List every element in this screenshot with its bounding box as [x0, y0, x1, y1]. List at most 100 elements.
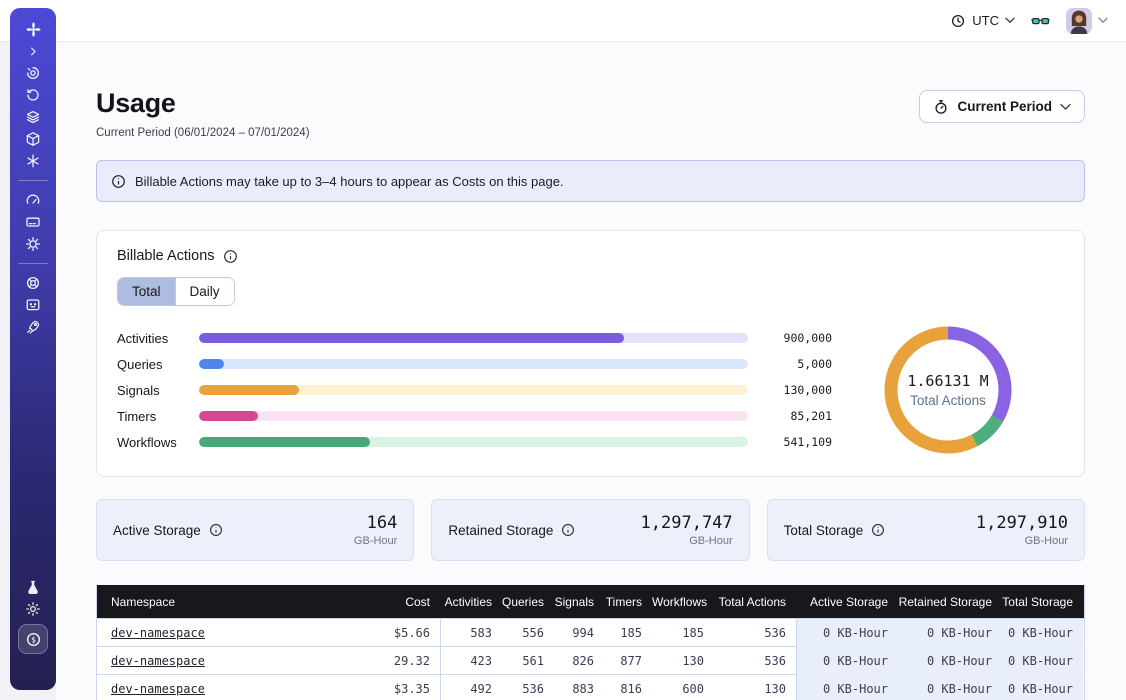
chevron-down-icon [1005, 17, 1015, 24]
bar-fill [199, 385, 299, 395]
col-header-activities: Activities [440, 595, 502, 609]
period-selector-button[interactable]: Current Period [919, 90, 1085, 123]
expand-sidebar-chevron-icon[interactable] [10, 40, 56, 62]
temporal-logo-icon[interactable] [10, 18, 56, 40]
bar-track [199, 411, 748, 421]
col-header-active-storage: Active Storage [796, 595, 898, 609]
cell-active-storage: 0 KB-Hour [796, 647, 898, 675]
table-row: dev-namespace $5.66 583 556 994 185 185 … [97, 618, 1084, 646]
cell-queries: 561 [502, 654, 554, 668]
history-icon[interactable] [10, 84, 56, 106]
cell-retained-storage: 0 KB-Hour [898, 647, 1002, 675]
storage-card-value: 1,297,747 [641, 514, 733, 533]
glasses-button[interactable] [1031, 13, 1050, 29]
namespace-usage-table: Namespace Cost Activities Queries Signal… [96, 585, 1085, 700]
total-daily-toggle: Total Daily [117, 277, 235, 306]
cell-timers: 185 [604, 626, 652, 640]
info-icon[interactable] [223, 249, 238, 264]
storage-card-unit: GB-Hour [354, 535, 397, 547]
info-icon[interactable] [209, 523, 223, 537]
timezone-dropdown[interactable]: UTC [950, 13, 1015, 29]
bar-category-label: Signals [117, 383, 199, 398]
bar-row-queries: Queries 5,000 [117, 351, 832, 377]
storage-card-value: 164 [354, 514, 397, 533]
storage-card-label: Retained Storage [448, 523, 553, 538]
cell-retained-storage: 0 KB-Hour [898, 619, 1002, 647]
asterisk-icon[interactable] [10, 150, 56, 172]
cell-signals: 826 [554, 654, 604, 668]
namespace-link[interactable]: dev-namespace [111, 654, 205, 668]
info-icon[interactable] [871, 523, 885, 537]
credit-card-icon[interactable] [10, 211, 56, 233]
bar-value: 5,000 [748, 357, 832, 371]
lifebuoy-icon[interactable] [10, 272, 56, 294]
cell-queries: 556 [502, 626, 554, 640]
cell-total-actions: 536 [714, 654, 796, 668]
sun-icon[interactable] [10, 598, 56, 620]
table-header-row: Namespace Cost Activities Queries Signal… [97, 585, 1084, 618]
cube-icon[interactable] [10, 128, 56, 150]
col-header-retained-storage: Retained Storage [898, 595, 1002, 609]
storage-card-label: Total Storage [784, 523, 864, 538]
card-title: Billable Actions [117, 248, 215, 264]
bar-row-timers: Timers 85,201 [117, 403, 832, 429]
avatar [1066, 8, 1092, 34]
col-header-workflows: Workflows [652, 595, 714, 609]
billable-actions-card: Billable Actions Total Daily Activities … [96, 230, 1085, 477]
period-selector-label: Current Period [957, 99, 1052, 114]
gauge-icon[interactable] [10, 189, 56, 211]
retained-storage-card: Retained Storage 1,297,747 GB-Hour [431, 499, 749, 561]
storage-card-label: Active Storage [113, 523, 201, 538]
cell-active-storage: 0 KB-Hour [796, 675, 898, 700]
spiral-icon[interactable] [10, 62, 56, 84]
cell-timers: 816 [604, 682, 652, 696]
user-menu[interactable] [1066, 8, 1108, 34]
dollar-coin-icon: $ [25, 631, 42, 648]
cell-retained-storage: 0 KB-Hour [898, 675, 1002, 700]
donut-center-value: 1.66131 M [907, 372, 988, 390]
bar-value: 900,000 [748, 331, 832, 345]
total-storage-card: Total Storage 1,297,910 GB-Hour [767, 499, 1085, 561]
sidebar-divider [18, 263, 48, 264]
col-header-signals: Signals [554, 595, 604, 609]
rocket-icon[interactable] [10, 316, 56, 338]
namespace-link[interactable]: dev-namespace [111, 682, 205, 696]
cell-signals: 994 [554, 626, 604, 640]
bar-value: 130,000 [748, 383, 832, 397]
bar-track [199, 333, 748, 343]
clock-icon [950, 13, 966, 29]
cell-workflows: 130 [652, 654, 714, 668]
cell-activities: 492 [440, 675, 502, 700]
cell-activities: 423 [440, 647, 502, 675]
tab-daily[interactable]: Daily [175, 278, 234, 305]
cell-cost: 29.32 [364, 654, 440, 668]
table-row: dev-namespace $3.35 492 536 883 816 600 … [97, 674, 1084, 700]
bar-fill [199, 411, 258, 421]
cell-workflows: 185 [652, 626, 714, 640]
gear-icon[interactable] [10, 233, 56, 255]
donut-center-label: Total Actions [907, 393, 988, 408]
sidebar-divider [18, 180, 48, 181]
cell-total-actions: 536 [714, 626, 796, 640]
cell-cost: $5.66 [364, 626, 440, 640]
tab-total[interactable]: Total [118, 278, 175, 305]
cell-total-storage: 0 KB-Hour [1002, 619, 1083, 647]
cell-workflows: 600 [652, 682, 714, 696]
info-icon [111, 174, 126, 189]
flask-icon[interactable] [10, 576, 56, 598]
namespace-link[interactable]: dev-namespace [111, 626, 205, 640]
bar-value: 85,201 [748, 409, 832, 423]
col-header-cost: Cost [364, 595, 440, 609]
billable-bar-chart: Activities 900,000 Queries 5,000 Signals… [117, 325, 832, 455]
storage-card-unit: GB-Hour [976, 535, 1068, 547]
terminal-icon[interactable] [10, 294, 56, 316]
layers-icon[interactable] [10, 106, 56, 128]
bar-row-workflows: Workflows 541,109 [117, 429, 832, 455]
info-icon[interactable] [561, 523, 575, 537]
usage-nav-active[interactable]: $ [18, 624, 48, 654]
chevron-down-icon [1060, 103, 1071, 111]
cell-total-actions: 130 [714, 682, 796, 696]
storage-card-value: 1,297,910 [976, 514, 1068, 533]
col-header-queries: Queries [502, 595, 554, 609]
stopwatch-icon [933, 99, 949, 115]
